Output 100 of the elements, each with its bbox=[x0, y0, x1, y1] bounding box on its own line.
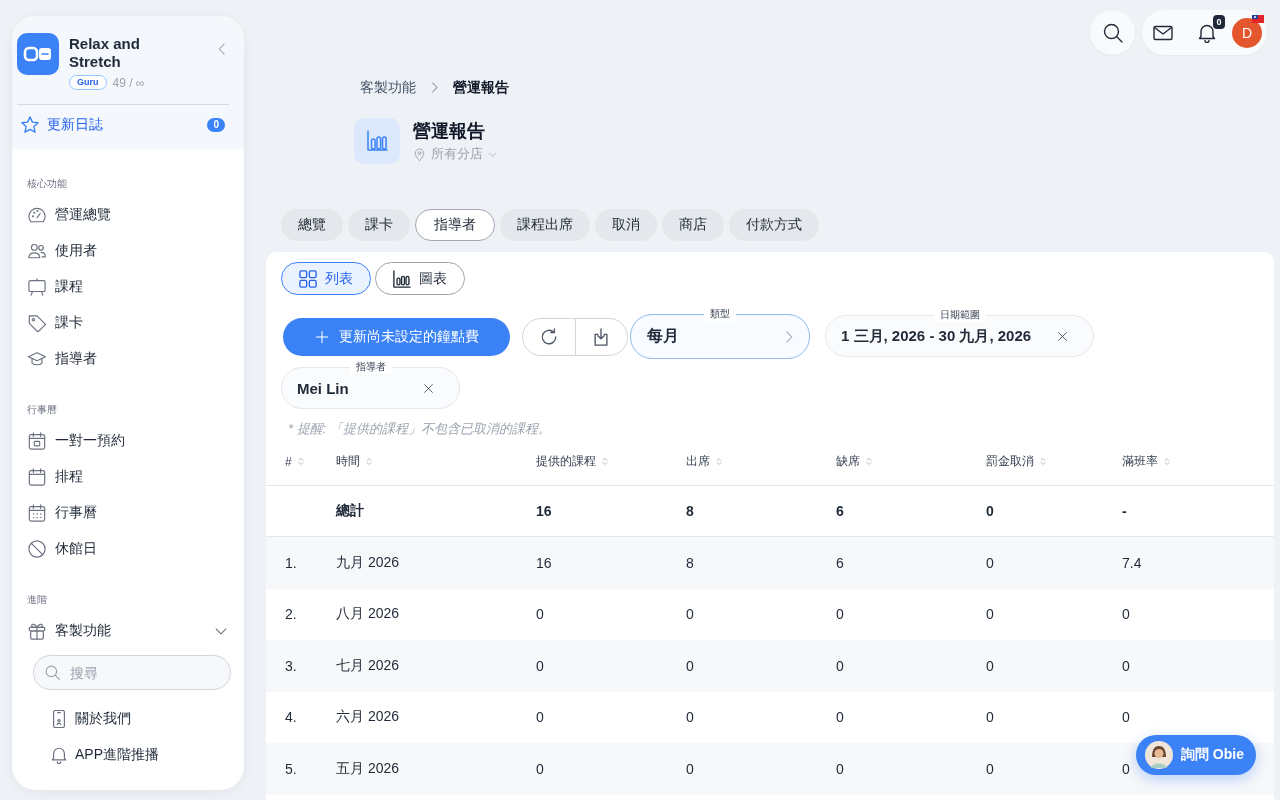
section-title: 進階 bbox=[27, 593, 48, 607]
table-cell-text: 8 bbox=[686, 503, 695, 519]
nav-item[interactable]: 一對一預約 bbox=[12, 423, 244, 459]
nav-item[interactable]: APP進階推播 bbox=[12, 737, 244, 773]
row-number: 4. bbox=[284, 709, 298, 726]
bar-chart-icon bbox=[354, 118, 400, 164]
sort-icon bbox=[297, 457, 304, 466]
grid-icon bbox=[299, 269, 317, 288]
report-tab[interactable]: 總覽 bbox=[281, 209, 343, 241]
table-cell-text: 0 bbox=[836, 760, 845, 777]
notification-badge: 0 bbox=[1213, 14, 1225, 29]
table-cell-text: 九月 2026 bbox=[336, 553, 401, 572]
report-tab[interactable]: 取消 bbox=[595, 209, 657, 241]
location-pin-icon bbox=[413, 147, 426, 161]
table-cell-text: 總計 bbox=[336, 502, 365, 520]
nav-item[interactable]: 客製功能 bbox=[12, 613, 244, 649]
nav-item[interactable]: 休館日 bbox=[12, 531, 244, 567]
nav-item[interactable]: 關於我們 bbox=[12, 701, 244, 737]
assistant-button[interactable]: 詢問 Obie bbox=[1136, 735, 1256, 775]
table-cell-text: 0 bbox=[986, 657, 995, 674]
table-cell-text: 0 bbox=[1122, 709, 1131, 726]
instructor-field[interactable]: 指導者 Mei Lin bbox=[281, 360, 460, 409]
view-toggle[interactable]: 圖表 bbox=[375, 262, 465, 295]
bell-icon[interactable] bbox=[1197, 22, 1217, 43]
update-rates-button[interactable]: 更新尚未設定的鐘點費 bbox=[283, 318, 510, 356]
type-select[interactable]: 類型 每月 bbox=[630, 307, 810, 359]
clear-button[interactable] bbox=[423, 382, 434, 394]
field-label: 指導者 bbox=[349, 360, 392, 374]
count-badge: 0 bbox=[207, 118, 225, 132]
note-text: * 提醒: 「提供的課程」不包含已取消的課程。 bbox=[288, 420, 552, 438]
usage-count: 49 / ∞ bbox=[112, 75, 145, 90]
search-icon bbox=[1102, 22, 1123, 43]
column-header[interactable]: 滿班率 bbox=[1122, 453, 1274, 470]
table-cell-text: 0 bbox=[1122, 657, 1131, 674]
row-number: 3. bbox=[284, 657, 298, 674]
search-button[interactable] bbox=[1090, 10, 1135, 55]
table-cell-text: 0 bbox=[536, 709, 545, 726]
plus-icon bbox=[315, 330, 329, 344]
table-cell-text: 0 bbox=[1122, 760, 1131, 777]
changelog-link[interactable]: 更新日誌 0 bbox=[17, 105, 229, 145]
bell-icon bbox=[50, 746, 68, 764]
sort-icon bbox=[1164, 457, 1170, 466]
download-icon bbox=[592, 328, 611, 346]
date-range-field[interactable]: 日期範圍 1 三月, 2026 - 30 九月, 2026 bbox=[825, 308, 1094, 357]
report-tab[interactable]: 課程出席 bbox=[500, 209, 590, 241]
calendar-icon bbox=[28, 468, 46, 486]
refresh-icon bbox=[539, 328, 558, 346]
search-icon bbox=[45, 665, 60, 680]
report-tab[interactable]: 付款方式 bbox=[729, 209, 819, 241]
column-header[interactable]: 罰金取消 bbox=[986, 453, 1122, 470]
nav-item[interactable]: 行事曆 bbox=[12, 495, 244, 531]
column-header[interactable]: 出席 bbox=[686, 453, 836, 470]
table-cell-text: 0 bbox=[536, 760, 545, 777]
clear-button[interactable] bbox=[1057, 330, 1068, 342]
graduation-cap-icon bbox=[28, 350, 46, 368]
calendar-grid-icon bbox=[28, 504, 46, 522]
table-cell-text: 0 bbox=[836, 657, 845, 674]
column-header[interactable]: # bbox=[266, 454, 336, 469]
close-icon bbox=[423, 382, 434, 394]
view-toggle[interactable]: 列表 bbox=[281, 262, 371, 295]
calendar-day-icon bbox=[28, 432, 46, 450]
column-header[interactable]: 時間 bbox=[336, 453, 536, 470]
table-cell-text: 0 bbox=[686, 657, 695, 674]
gauge-icon bbox=[28, 206, 46, 224]
prohibited-icon bbox=[28, 540, 46, 558]
table-cell-text: 16 bbox=[536, 554, 553, 571]
close-icon bbox=[1057, 330, 1068, 342]
field-label: 日期範圍 bbox=[933, 308, 986, 322]
plan-badge: Guru bbox=[69, 75, 107, 90]
nav-item[interactable]: 使用者 bbox=[12, 233, 244, 269]
report-tab[interactable]: 商店 bbox=[662, 209, 724, 241]
flag-icon bbox=[1252, 14, 1264, 23]
nav-item[interactable]: 營運總覽 bbox=[12, 197, 244, 233]
table-cell-text: 0 bbox=[986, 554, 995, 571]
table-cell-text: 五月 2026 bbox=[336, 759, 401, 778]
page-title: 營運報告 bbox=[413, 120, 485, 142]
field-label: 類型 bbox=[704, 307, 736, 321]
report-tab[interactable]: 指導者 bbox=[415, 209, 495, 241]
users-icon bbox=[28, 242, 46, 260]
column-header[interactable]: 缺席 bbox=[836, 453, 986, 470]
search-field[interactable]: 搜尋 bbox=[33, 655, 231, 690]
nav-item[interactable]: 指導者 bbox=[12, 341, 244, 377]
section-title: 核心功能 bbox=[27, 177, 68, 191]
easel-icon bbox=[28, 278, 46, 296]
tag-icon bbox=[28, 314, 46, 332]
breadcrumb-link[interactable]: 客製功能 bbox=[360, 78, 416, 96]
user-avatar[interactable]: D bbox=[1232, 17, 1262, 48]
row-number: 2. bbox=[284, 606, 298, 623]
table-cell-text: 6 bbox=[836, 503, 845, 519]
column-header[interactable]: 提供的課程 bbox=[536, 453, 686, 470]
sort-icon bbox=[866, 457, 872, 466]
nav-item[interactable]: 課程 bbox=[12, 269, 244, 305]
report-tab[interactable]: 課卡 bbox=[348, 209, 410, 241]
nav-item[interactable]: 排程 bbox=[12, 459, 244, 495]
table-cell-text: 0 bbox=[986, 760, 995, 777]
nav-item[interactable]: 課卡 bbox=[12, 305, 244, 341]
smartphone-icon bbox=[50, 710, 68, 728]
table-cell-text: 0 bbox=[986, 606, 995, 623]
table-cell-text: 0 bbox=[836, 709, 845, 726]
table-cell-text: 0 bbox=[686, 709, 695, 726]
